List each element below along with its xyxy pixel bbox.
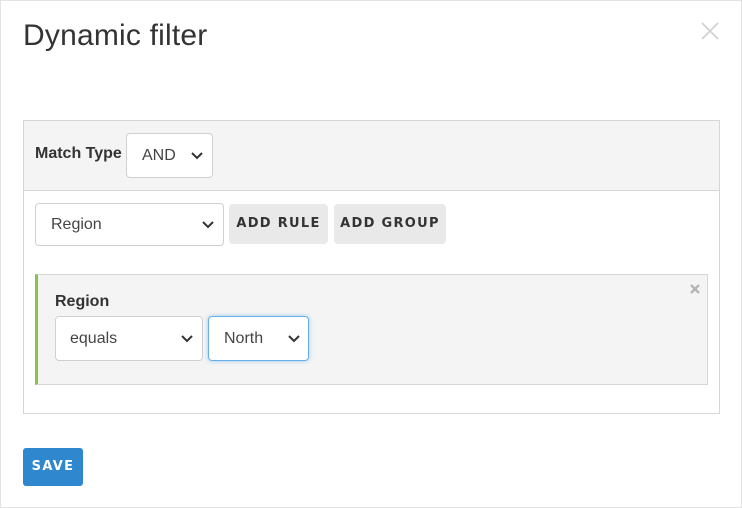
chevron-down-icon bbox=[288, 334, 300, 342]
operator-value: equals bbox=[70, 329, 118, 347]
filter-group-header: Match Type AND bbox=[24, 121, 719, 191]
operator-select[interactable]: equals bbox=[55, 316, 203, 361]
add-rule-button[interactable]: ADD RULE bbox=[229, 204, 328, 244]
match-type-label: Match Type bbox=[35, 145, 122, 162]
dialog-title: Dynamic filter bbox=[23, 19, 208, 52]
match-type-select[interactable]: AND bbox=[126, 133, 213, 178]
chevron-down-icon bbox=[181, 334, 193, 342]
remove-rule-icon[interactable] bbox=[688, 282, 702, 296]
value-select[interactable]: North bbox=[208, 316, 309, 361]
save-button[interactable]: SAVE bbox=[23, 448, 83, 486]
value-select-value: North bbox=[224, 329, 264, 347]
chevron-down-icon bbox=[191, 151, 203, 159]
filter-rule: Region equals North bbox=[35, 274, 708, 385]
close-icon[interactable] bbox=[698, 19, 722, 43]
rule-field-label: Region bbox=[55, 293, 110, 310]
field-select-value: Region bbox=[51, 215, 102, 233]
filter-group-panel: Match Type AND Region ADD RULE ADD GROUP… bbox=[23, 120, 720, 414]
add-group-button[interactable]: ADD GROUP bbox=[334, 204, 446, 244]
chevron-down-icon bbox=[202, 220, 214, 228]
field-select[interactable]: Region bbox=[35, 203, 224, 246]
dynamic-filter-dialog: Dynamic filter Match Type AND Region ADD… bbox=[0, 0, 742, 508]
match-type-value: AND bbox=[142, 146, 176, 164]
